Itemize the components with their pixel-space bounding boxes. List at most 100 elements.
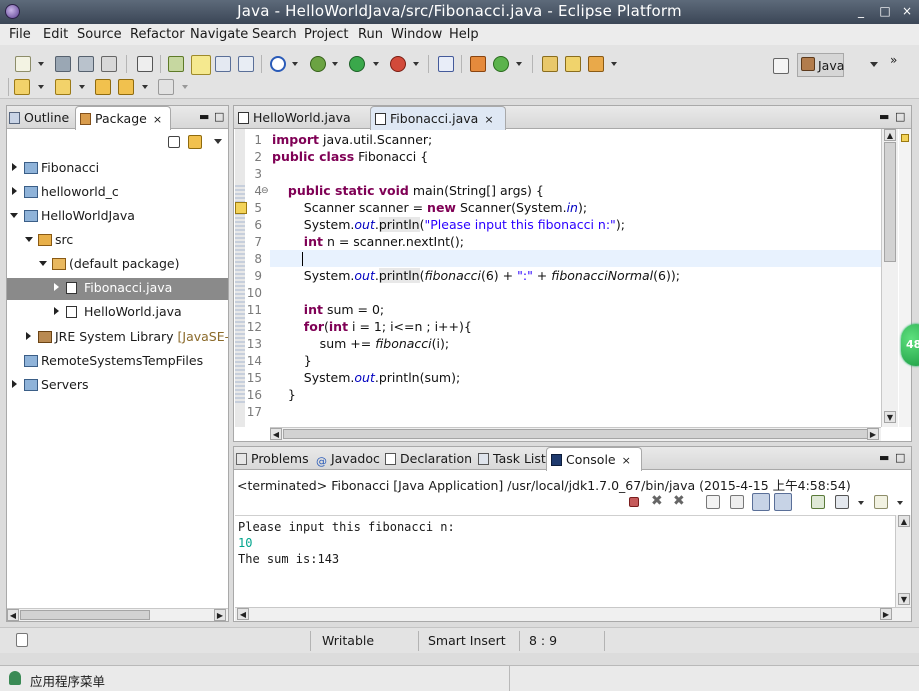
open-type-hierarchy-icon[interactable] [542,56,558,72]
save-icon[interactable] [55,56,71,72]
scroll-up-icon[interactable]: ▲ [884,129,896,141]
clear-console-icon[interactable] [706,495,720,509]
application-menu-button[interactable]: 应用程序菜单 [0,666,510,691]
warning-marker-icon[interactable] [901,134,909,142]
show-on-stdout-icon[interactable] [752,493,770,511]
new-icon[interactable] [15,56,31,72]
forward-dropdown-icon[interactable] [182,85,188,89]
minimize-view-icon[interactable]: ▬ [879,110,889,123]
binary-icon[interactable] [137,56,153,72]
java-perspective-button[interactable]: Java [797,53,844,77]
collapse-arrow-icon[interactable] [25,237,33,242]
code-line-4[interactable]: public static void main(String[] args) { [272,183,544,198]
previous-annotation-dropdown-icon[interactable] [79,85,85,89]
collapse-arrow-icon[interactable] [10,213,18,218]
console-output[interactable]: Please input this fibonacci n: 10 The su… [235,515,895,607]
scroll-left-icon[interactable]: ◀ [270,428,282,440]
tab-fibonacci-java[interactable]: Fibonacci.java × [370,106,506,130]
floating-badge[interactable]: 48 [901,324,919,366]
menu-search[interactable]: Search [252,27,297,42]
tree-item-fibonacci-java[interactable]: Fibonacci.java [7,278,228,300]
link-with-editor-icon[interactable] [188,135,202,149]
toggle-block-selection-icon[interactable] [215,56,231,72]
maximize-view-icon[interactable]: □ [214,110,224,123]
open-console-icon[interactable] [874,495,888,509]
code-line-16[interactable]: } [272,387,296,402]
skip-breakpoints-icon[interactable] [438,56,454,72]
tab-console[interactable]: Console × [546,447,642,471]
close-icon[interactable]: × [622,454,631,467]
scrollbar-thumb[interactable] [884,142,896,262]
open-folder-icon[interactable] [565,56,581,72]
debug-icon[interactable] [310,56,326,72]
remove-launch-icon[interactable]: ✖ [651,493,663,509]
console-horizontal-scrollbar[interactable]: ◀ ▶ [235,607,911,621]
tab-javadoc[interactable]: @ Javadoc [316,447,380,470]
close-icon[interactable]: × [484,113,493,126]
code-line-2[interactable]: public class Fibonacci { [272,149,428,164]
menu-source[interactable]: Source [77,27,122,42]
tab-helloworld-java[interactable]: HelloWorld.java [238,106,351,129]
menu-window[interactable]: Window [391,27,442,42]
back-dropdown-icon[interactable] [142,85,148,89]
new-java-project-icon[interactable] [470,56,486,72]
tree-item-src[interactable]: src [7,230,228,252]
expand-arrow-icon[interactable] [54,307,59,315]
tab-package-explorer[interactable]: Package × [75,106,171,130]
code-line-5[interactable]: Scanner scanner = new Scanner(System.in)… [272,200,587,215]
window-title-bar[interactable]: Java - HelloWorldJava/src/Fibonacci.java… [0,0,919,24]
at-dropdown-icon[interactable] [292,62,298,66]
previous-annotation-icon[interactable] [55,79,71,95]
collapse-arrow-icon[interactable] [39,261,47,266]
scroll-down-icon[interactable]: ▼ [884,411,896,423]
new-dropdown-icon[interactable] [38,62,44,66]
scroll-right-icon[interactable]: ▶ [867,428,879,440]
more-perspectives-icon[interactable]: » [890,53,897,67]
console-dropdown-icon[interactable] [858,501,864,505]
code-line-11[interactable]: int sum = 0; [272,302,384,317]
at-icon[interactable] [270,56,286,72]
open-type-icon[interactable] [168,56,184,72]
next-annotation-dropdown-icon[interactable] [38,85,44,89]
tree-horizontal-scrollbar[interactable]: ◀ ▶ [7,608,228,621]
editor-horizontal-scrollbar[interactable]: ◀ ▶ [270,427,881,441]
maximize-view-icon[interactable]: □ [895,110,905,123]
minimize-button[interactable]: _ [853,3,869,19]
menu-refactor[interactable]: Refactor [130,27,185,42]
maximize-button[interactable]: □ [877,3,893,19]
scroll-left-icon[interactable]: ◀ [237,608,249,620]
tree-item-jre-library[interactable]: JRE System Library [JavaSE-1.7] [7,327,228,349]
new-java-class-icon[interactable] [493,56,509,72]
code-line-14[interactable]: } [272,353,312,368]
tab-outline[interactable]: Outline [9,106,69,129]
tree-item-helloworld-java[interactable]: HelloWorld.java [7,302,228,324]
back-icon[interactable] [118,79,134,95]
tree-item-default-package[interactable]: (default package) [7,254,228,276]
open-console-dropdown-icon[interactable] [897,501,903,505]
scroll-right-icon[interactable]: ▶ [214,609,226,621]
forward-icon[interactable] [158,79,174,95]
tab-declaration[interactable]: Declaration [385,447,472,470]
code-line-12[interactable]: for(int i = 1; i<=n ; i++){ [272,319,472,334]
print-icon[interactable] [101,56,117,72]
perspective-menu-icon[interactable] [870,62,878,67]
fold-icon[interactable]: ⊖ [261,186,269,196]
code-line-1[interactable]: import java.util.Scanner; [272,132,432,147]
code-line-9[interactable]: System.out.println(fibonacci(6) + ":" + … [272,268,680,283]
scroll-down-icon[interactable]: ▼ [898,593,910,605]
expand-arrow-icon[interactable] [54,283,59,291]
tree-item-servers[interactable]: Servers [7,375,228,397]
run-icon[interactable] [349,56,365,72]
code-line-15[interactable]: System.out.println(sum); [272,370,460,385]
tree-item-remote-systems[interactable]: RemoteSystemsTempFiles [7,351,228,373]
scroll-right-icon[interactable]: ▶ [880,608,892,620]
last-edit-location-icon[interactable] [95,79,111,95]
tab-problems[interactable]: Problems [236,447,309,470]
menu-file[interactable]: File [9,27,31,42]
scrollbar-thumb[interactable] [20,610,150,620]
terminate-icon[interactable] [629,497,639,507]
console-vertical-scrollbar[interactable]: ▲ ▼ [895,515,911,607]
maximize-view-icon[interactable]: □ [895,451,905,464]
expand-arrow-icon[interactable] [12,187,17,195]
code-line-6[interactable]: System.out.println("Please input this fi… [272,217,625,232]
